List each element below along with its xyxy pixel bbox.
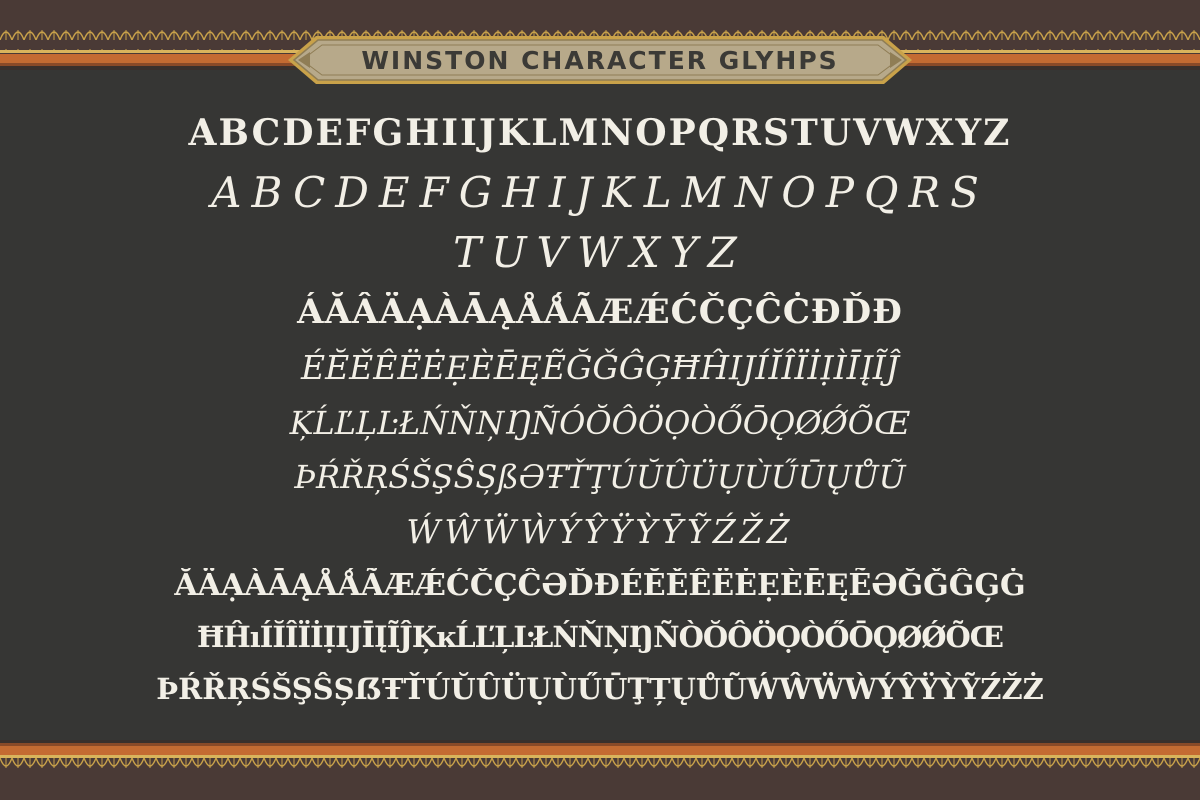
specimen-canvas: WINSTON CHARACTER GLYHPS ABCDEFGHIIJKLMN… <box>0 0 1200 800</box>
alternate-glyph-row-1: ABCDEFGHIJKLMNOPQRS <box>211 168 989 217</box>
accented-glyph-row-1: ÁĂÂÄẠÀĀĄÅǺÃÆǼĆČÇĈĊĐĎĐ <box>297 292 903 332</box>
accented-glyph-row-6: ĂÄẠÀĀĄÅǺÃÆǼĆČÇĈƏĎĐÉĔĚÊËĖẸÈĒĘẼƏĞǦĜĢĠ <box>174 568 1026 603</box>
bottom-ornamental-border <box>0 740 1200 800</box>
accented-glyph-row-8: ÞŔŘŖŚŠŞŜȘẞŦŤÚŬÛÜỤÙŰŪŢȚŲŮŨẂŴẄẀÝŶŸỲỸŹŽŻ <box>156 672 1044 706</box>
glyph-specimen: ABCDEFGHIIJKLMNOPQRSTUVWXYZ ABCDEFGHIJKL… <box>20 112 1180 722</box>
accented-glyph-row-3: ĶĹĽĻĿŁŃŇŅŊÑÓŎÔÖỌÒŐŌǪØǾÕŒ <box>289 404 911 442</box>
uppercase-glyph-row: ABCDEFGHIIJKLMNOPQRSTUVWXYZ <box>188 112 1012 154</box>
accented-glyph-row-7: ĦĤıÍĬÎÏİỊĲĪĮĨĴĶĸĹĽĻĿŁŃŇŅŊÑÒŎÔÖỌÒŐŌǪØǾÕŒ <box>196 620 1004 654</box>
alternate-glyph-row-2: TUVWXYZ <box>453 228 747 277</box>
accented-glyph-row-4: ÞŔŘŖŚŠŞŜȘßƏŦŤŢÚŬÛÜỤÙŰŪŲŮŨ <box>294 458 906 496</box>
banner-title: WINSTON CHARACTER GLYHPS <box>361 45 839 75</box>
accented-glyph-row-2: ÉĔĚÊËĖẸÈĒĘẼĞǦĜĢĦĤĲÍĬÎÏİỊÌĪĮĨĴ <box>300 348 899 387</box>
accented-glyph-row-5: ẂŴẄẀÝŶŸỲȲỸŹŽŻ <box>406 512 794 551</box>
